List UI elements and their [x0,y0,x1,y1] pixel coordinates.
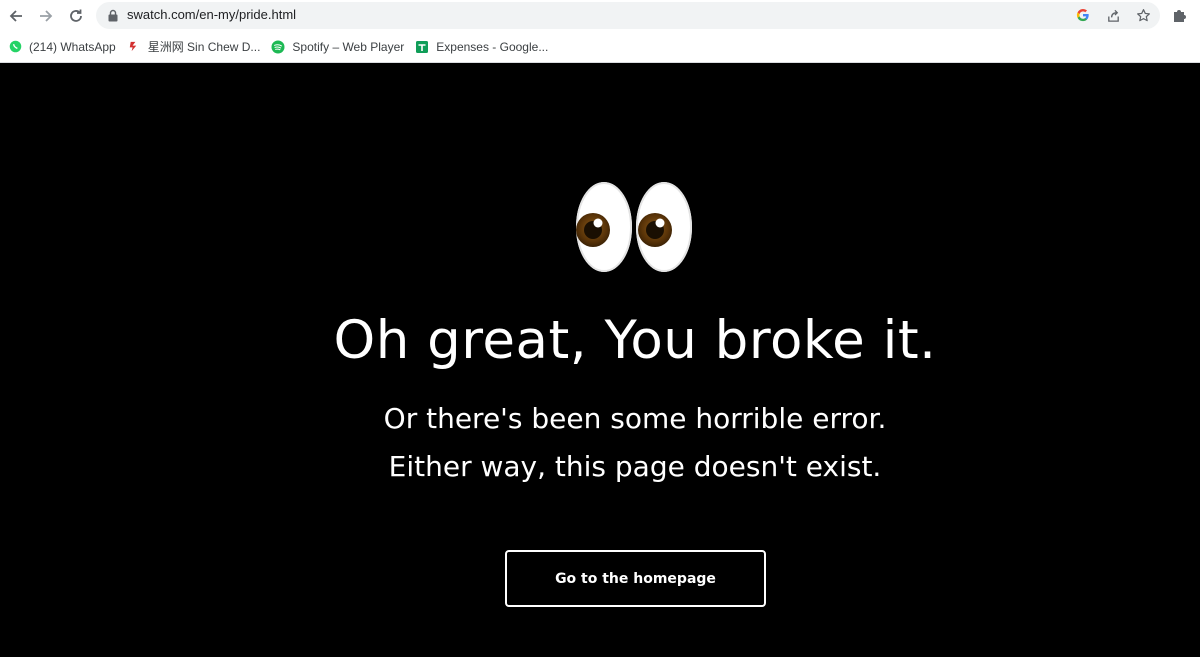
arrow-right-icon [40,9,53,22]
bookmark-expenses[interactable]: Expenses - Google... [413,35,555,59]
sinchew-icon [127,40,141,54]
address-bar[interactable]: swatch.com/en-my/pride.html [96,2,1160,29]
bookmark-sinchew[interactable]: 星洲网 Sin Chew D... [125,35,268,59]
forward-button[interactable] [31,1,61,31]
error-message-line2: Either way, this page doesn't exist. [388,450,882,483]
browser-toolbar: swatch.com/en-my/pride.html [0,0,1200,31]
share-icon[interactable] [1104,6,1122,24]
bookmark-label: Spotify – Web Player [292,39,405,54]
google-icon[interactable] [1074,6,1092,24]
go-to-homepage-button[interactable]: Go to the homepage [505,550,766,607]
error-page: Oh great, You broke it. Or there's been … [0,64,1200,657]
page-title: Oh great, You broke it. [333,310,937,371]
whatsapp-icon [8,40,22,54]
star-icon[interactable] [1134,6,1152,24]
bookmark-label: Expenses - Google... [436,39,549,54]
bookmark-whatsapp[interactable]: (214) WhatsApp [6,35,123,59]
reload-button[interactable] [61,1,91,31]
bookmark-label: (214) WhatsApp [29,39,116,54]
spotify-icon [271,40,285,54]
bookmark-spotify[interactable]: Spotify – Web Player [269,35,411,59]
arrow-left-icon [9,9,22,22]
reload-icon [70,9,82,22]
lock-icon [108,9,118,22]
back-button[interactable] [1,1,31,31]
url-text[interactable]: swatch.com/en-my/pride.html [127,7,296,22]
error-message-line1: Or there's been some horrible error. [383,402,887,435]
bookmark-label: 星洲网 Sin Chew D... [147,40,261,54]
eyes-icon [576,182,692,272]
bookmarks-bar: (214) WhatsApp 星洲网 Sin Chew D... Spotify… [0,31,1200,63]
extensions-icon[interactable] [1171,6,1189,24]
sheets-icon [415,40,429,54]
